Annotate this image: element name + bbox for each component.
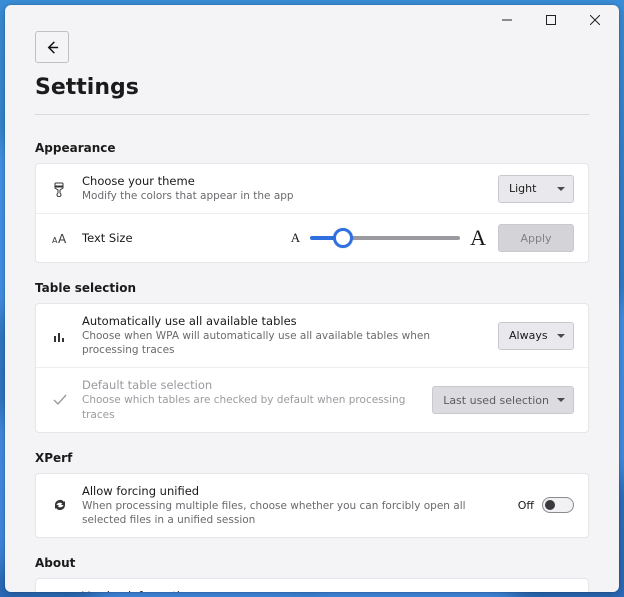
card-appearance: Choose your theme Modify the colors that… <box>35 163 589 263</box>
settings-window: Settings Appearance Choose your theme Mo… <box>5 5 619 592</box>
theme-dropdown[interactable]: Light <box>498 175 574 203</box>
card-about: Version information The version informat… <box>35 578 589 592</box>
maximize-button[interactable] <box>529 5 573 35</box>
text-size-icon: AA <box>50 230 70 246</box>
paint-icon <box>50 181 70 197</box>
default-selection-dropdown-value: Last used selection <box>443 394 549 407</box>
row-allow-forcing-title: Allow forcing unified <box>82 484 506 499</box>
auto-tables-dropdown[interactable]: Always <box>498 322 574 350</box>
theme-dropdown-value: Light <box>509 182 536 195</box>
row-default-selection-title: Default table selection <box>82 378 420 393</box>
card-table-selection: Automatically use all available tables C… <box>35 303 589 433</box>
section-title-xperf: XPerf <box>35 451 589 465</box>
row-version-title: Version information <box>82 589 448 592</box>
section-title-table-selection: Table selection <box>35 281 589 295</box>
row-auto-tables: Automatically use all available tables C… <box>36 304 588 367</box>
window-titlebar <box>5 5 619 35</box>
row-theme-title: Choose your theme <box>82 174 486 189</box>
row-text-size-title: Text Size <box>82 231 279 246</box>
section-title-about: About <box>35 556 589 570</box>
row-auto-tables-title: Automatically use all available tables <box>82 314 486 329</box>
close-button[interactable] <box>573 5 617 35</box>
default-selection-dropdown: Last used selection <box>432 386 574 414</box>
auto-tables-dropdown-value: Always <box>509 329 548 342</box>
allow-forcing-toggle[interactable] <box>542 497 574 513</box>
check-icon <box>50 392 70 408</box>
page-title: Settings <box>35 75 589 100</box>
text-size-small-glyph: A <box>291 230 300 246</box>
allow-forcing-state-label: Off <box>518 499 534 512</box>
row-default-selection-subtitle: Choose which tables are checked by defau… <box>82 393 420 421</box>
text-size-big-glyph: A <box>470 225 486 251</box>
row-auto-tables-subtitle: Choose when WPA will automatically use a… <box>82 329 486 357</box>
text-size-apply-button[interactable]: Apply <box>498 224 574 252</box>
sync-icon <box>50 497 70 513</box>
bars-icon <box>50 328 70 344</box>
row-theme: Choose your theme Modify the colors that… <box>36 164 588 213</box>
row-version-info: Version information The version informat… <box>36 579 588 592</box>
section-title-appearance: Appearance <box>35 141 589 155</box>
row-allow-forcing: Allow forcing unified When processing mu… <box>36 474 588 537</box>
text-size-slider[interactable] <box>310 236 460 240</box>
row-allow-forcing-subtitle: When processing multiple files, choose w… <box>82 499 506 527</box>
row-text-size: AA Text Size A A Apply <box>36 213 588 262</box>
row-theme-subtitle: Modify the colors that appear in the app <box>82 189 486 203</box>
svg-text:A: A <box>58 232 67 246</box>
row-default-selection: Default table selection Choose which tab… <box>36 367 588 431</box>
card-xperf: Allow forcing unified When processing mu… <box>35 473 589 538</box>
content-scroll[interactable]: Appearance Choose your theme Modify the … <box>5 115 619 592</box>
minimize-button[interactable] <box>485 5 529 35</box>
back-button[interactable] <box>35 31 69 63</box>
